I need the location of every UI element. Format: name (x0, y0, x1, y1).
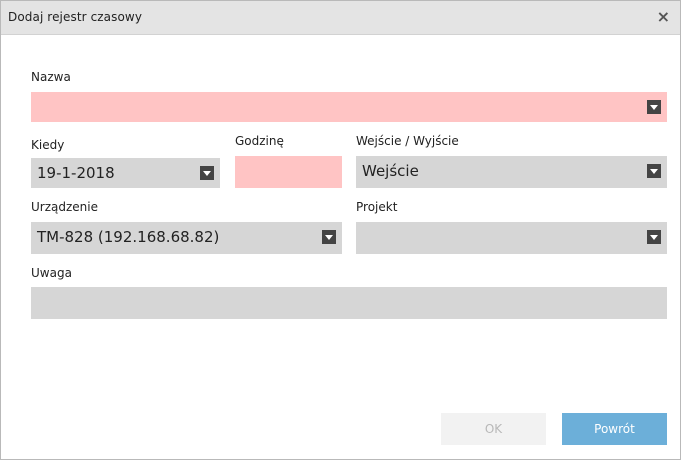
uwaga-input[interactable] (31, 287, 667, 319)
wejscie-select[interactable]: Wejście (356, 156, 667, 188)
nazwa-label: Nazwa (31, 70, 71, 84)
ok-button[interactable]: OK (441, 413, 546, 445)
godzine-label: Godzinę (235, 134, 284, 148)
back-button[interactable]: Powrót (562, 413, 667, 445)
kiedy-value: 19-1-2018 (37, 164, 115, 182)
chevron-down-icon[interactable] (647, 100, 661, 114)
chevron-down-icon[interactable] (647, 164, 661, 178)
wejscie-value: Wejście (362, 162, 419, 180)
urzadzenie-value: TM-828 (192.168.68.82) (37, 228, 220, 246)
dialog-title: Dodaj rejestr czasowy (8, 10, 143, 24)
projekt-label: Projekt (356, 200, 398, 214)
godzine-input[interactable] (235, 156, 342, 188)
kiedy-label: Kiedy (31, 138, 65, 152)
chevron-down-icon[interactable] (200, 166, 214, 180)
urzadzenie-label: Urządzenie (31, 200, 98, 214)
chevron-down-icon[interactable] (322, 230, 336, 244)
close-icon[interactable]: × (657, 7, 670, 26)
projekt-select[interactable] (356, 222, 667, 254)
time-record-dialog: Dodaj rejestr czasowy × Nazwa Kiedy 19-1… (0, 0, 681, 460)
dialog-titlebar: Dodaj rejestr czasowy × (1, 1, 680, 35)
nazwa-select[interactable] (31, 92, 667, 122)
urzadzenie-select[interactable]: TM-828 (192.168.68.82) (31, 222, 342, 254)
chevron-down-icon[interactable] (647, 230, 661, 244)
uwaga-label: Uwaga (31, 266, 72, 280)
wejscie-label: Wejście / Wyjście (356, 134, 459, 148)
kiedy-date-select[interactable]: 19-1-2018 (31, 158, 220, 188)
